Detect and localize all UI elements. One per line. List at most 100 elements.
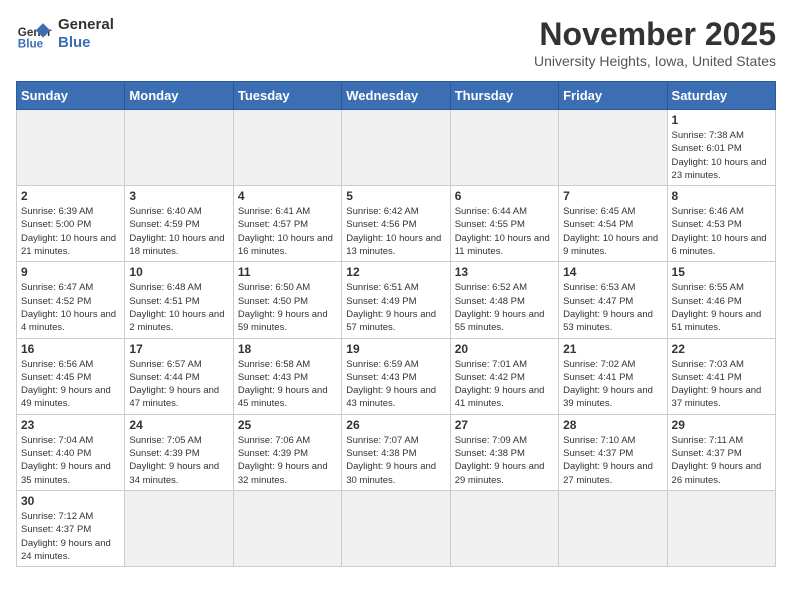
calendar-cell: 3Sunrise: 6:40 AMSunset: 4:59 PMDaylight… — [125, 186, 233, 262]
day-info: Sunrise: 7:11 AMSunset: 4:37 PMDaylight:… — [672, 434, 771, 487]
calendar-cell: 24 Sunrise: 7:05 AMSunset: 4:39 PMDayligh… — [125, 414, 233, 490]
day-info: Sunrise: 7:38 AMSunset: 6:01 PMDaylight:… — [672, 129, 771, 182]
day-number: 26 — [346, 418, 445, 432]
calendar-cell: 21Sunrise: 7:02 AMSunset: 4:41 PMDayligh… — [559, 338, 667, 414]
day-number: 11 — [238, 265, 337, 279]
day-info: Sunrise: 7:10 AMSunset: 4:37 PMDaylight:… — [563, 434, 662, 487]
day-number: 15 — [672, 265, 771, 279]
day-number: 14 — [563, 265, 662, 279]
day-number: 13 — [455, 265, 554, 279]
calendar-cell — [233, 490, 341, 566]
day-number: 27 — [455, 418, 554, 432]
day-number: 17 — [129, 342, 228, 356]
calendar-cell: 26Sunrise: 7:07 AMSunset: 4:38 PMDayligh… — [342, 414, 450, 490]
week-row-4: 16Sunrise: 6:56 AMSunset: 4:45 PMDayligh… — [17, 338, 776, 414]
calendar-cell: 20 Sunrise: 7:01 AMSunset: 4:42 PMDayligh… — [450, 338, 558, 414]
calendar-cell — [125, 110, 233, 186]
day-info: Sunrise: 7:01 AMSunset: 4:42 PMDaylight:… — [455, 358, 554, 411]
calendar-cell: 12Sunrise: 6:51 AMSunset: 4:49 PMDayligh… — [342, 262, 450, 338]
calendar-cell: 28 Sunrise: 7:10 AMSunset: 4:37 PMDayligh… — [559, 414, 667, 490]
calendar-cell: 13Sunrise: 6:52 AMSunset: 4:48 PMDayligh… — [450, 262, 558, 338]
calendar-cell — [233, 110, 341, 186]
logo-general-text: General — [58, 16, 114, 34]
calendar-cell: 9Sunrise: 6:47 AMSunset: 4:52 PMDaylight… — [17, 262, 125, 338]
day-number: 23 — [21, 418, 120, 432]
week-row-2: 2 Sunrise: 6:39 AMSunset: 5:00 PMDaylight… — [17, 186, 776, 262]
day-number: 25 — [238, 418, 337, 432]
day-number: 19 — [346, 342, 445, 356]
day-number: 6 — [455, 189, 554, 203]
day-number: 5 — [346, 189, 445, 203]
calendar-cell — [342, 490, 450, 566]
week-row-6: 30 Sunrise: 7:12 AMSunset: 4:37 PMDayligh… — [17, 490, 776, 566]
day-info: Sunrise: 6:59 AMSunset: 4:43 PMDaylight:… — [346, 358, 445, 411]
calendar-cell: 27 Sunrise: 7:09 AMSunset: 4:38 PMDayligh… — [450, 414, 558, 490]
calendar-cell: 23Sunrise: 7:04 AMSunset: 4:40 PMDayligh… — [17, 414, 125, 490]
calendar-cell — [450, 110, 558, 186]
logo: General Blue General Blue — [16, 16, 114, 52]
calendar-cell: 19 Sunrise: 6:59 AMSunset: 4:43 PMDayligh… — [342, 338, 450, 414]
day-number: 24 — [129, 418, 228, 432]
day-number: 18 — [238, 342, 337, 356]
calendar-cell: 7 Sunrise: 6:45 AMSunset: 4:54 PMDaylight… — [559, 186, 667, 262]
calendar-cell — [450, 490, 558, 566]
calendar-cell — [559, 110, 667, 186]
day-info: Sunrise: 6:56 AMSunset: 4:45 PMDaylight:… — [21, 358, 120, 411]
day-info: Sunrise: 6:39 AMSunset: 5:00 PMDaylight:… — [21, 205, 120, 258]
day-number: 8 — [672, 189, 771, 203]
day-info: Sunrise: 7:05 AMSunset: 4:39 PMDaylight:… — [129, 434, 228, 487]
weekday-header-monday: Monday — [125, 82, 233, 110]
day-info: Sunrise: 6:47 AMSunset: 4:52 PMDaylight:… — [21, 281, 120, 334]
day-info: Sunrise: 6:41 AMSunset: 4:57 PMDaylight:… — [238, 205, 337, 258]
weekday-header-thursday: Thursday — [450, 82, 558, 110]
day-info: Sunrise: 6:51 AMSunset: 4:49 PMDaylight:… — [346, 281, 445, 334]
day-number: 22 — [672, 342, 771, 356]
day-info: Sunrise: 7:02 AMSunset: 4:41 PMDaylight:… — [563, 358, 662, 411]
day-info: Sunrise: 6:45 AMSunset: 4:54 PMDaylight:… — [563, 205, 662, 258]
day-number: 7 — [563, 189, 662, 203]
logo-icon: General Blue — [16, 16, 52, 52]
day-number: 1 — [672, 113, 771, 127]
calendar-cell: 2 Sunrise: 6:39 AMSunset: 5:00 PMDaylight… — [17, 186, 125, 262]
calendar-cell: 4Sunrise: 6:41 AMSunset: 4:57 PMDaylight… — [233, 186, 341, 262]
day-info: Sunrise: 6:44 AMSunset: 4:55 PMDaylight:… — [455, 205, 554, 258]
calendar-cell — [125, 490, 233, 566]
calendar-cell — [559, 490, 667, 566]
day-info: Sunrise: 7:12 AMSunset: 4:37 PMDaylight:… — [21, 510, 120, 563]
day-info: Sunrise: 6:55 AMSunset: 4:46 PMDaylight:… — [672, 281, 771, 334]
day-info: Sunrise: 7:03 AMSunset: 4:41 PMDaylight:… — [672, 358, 771, 411]
location-subtitle: University Heights, Iowa, United States — [534, 53, 776, 69]
calendar-cell — [667, 490, 775, 566]
weekday-header-row: SundayMondayTuesdayWednesdayThursdayFrid… — [17, 82, 776, 110]
page-header: General Blue General Blue November 2025 … — [16, 16, 776, 69]
day-info: Sunrise: 7:06 AMSunset: 4:39 PMDaylight:… — [238, 434, 337, 487]
day-number: 20 — [455, 342, 554, 356]
day-info: Sunrise: 6:46 AMSunset: 4:53 PMDaylight:… — [672, 205, 771, 258]
calendar-cell: 10 Sunrise: 6:48 AMSunset: 4:51 PMDayligh… — [125, 262, 233, 338]
weekday-header-friday: Friday — [559, 82, 667, 110]
day-number: 28 — [563, 418, 662, 432]
logo-blue-text: Blue — [58, 34, 114, 52]
day-number: 29 — [672, 418, 771, 432]
day-info: Sunrise: 6:57 AMSunset: 4:44 PMDaylight:… — [129, 358, 228, 411]
day-info: Sunrise: 6:50 AMSunset: 4:50 PMDaylight:… — [238, 281, 337, 334]
month-year-title: November 2025 — [534, 16, 776, 53]
weekday-header-sunday: Sunday — [17, 82, 125, 110]
calendar-cell: 8 Sunrise: 6:46 AMSunset: 4:53 PMDaylight… — [667, 186, 775, 262]
calendar-cell: 6 Sunrise: 6:44 AMSunset: 4:55 PMDaylight… — [450, 186, 558, 262]
day-number: 2 — [21, 189, 120, 203]
calendar-cell: 14Sunrise: 6:53 AMSunset: 4:47 PMDayligh… — [559, 262, 667, 338]
day-number: 10 — [129, 265, 228, 279]
day-number: 30 — [21, 494, 120, 508]
calendar-cell — [342, 110, 450, 186]
week-row-3: 9Sunrise: 6:47 AMSunset: 4:52 PMDaylight… — [17, 262, 776, 338]
day-info: Sunrise: 6:48 AMSunset: 4:51 PMDaylight:… — [129, 281, 228, 334]
day-info: Sunrise: 6:58 AMSunset: 4:43 PMDaylight:… — [238, 358, 337, 411]
day-info: Sunrise: 6:40 AMSunset: 4:59 PMDaylight:… — [129, 205, 228, 258]
calendar-cell: 29 Sunrise: 7:11 AMSunset: 4:37 PMDayligh… — [667, 414, 775, 490]
day-info: Sunrise: 7:09 AMSunset: 4:38 PMDaylight:… — [455, 434, 554, 487]
calendar-cell: 11 Sunrise: 6:50 AMSunset: 4:50 PMDayligh… — [233, 262, 341, 338]
calendar-cell: 5Sunrise: 6:42 AMSunset: 4:56 PMDaylight… — [342, 186, 450, 262]
calendar-cell: 25 Sunrise: 7:06 AMSunset: 4:39 PMDayligh… — [233, 414, 341, 490]
week-row-5: 23Sunrise: 7:04 AMSunset: 4:40 PMDayligh… — [17, 414, 776, 490]
